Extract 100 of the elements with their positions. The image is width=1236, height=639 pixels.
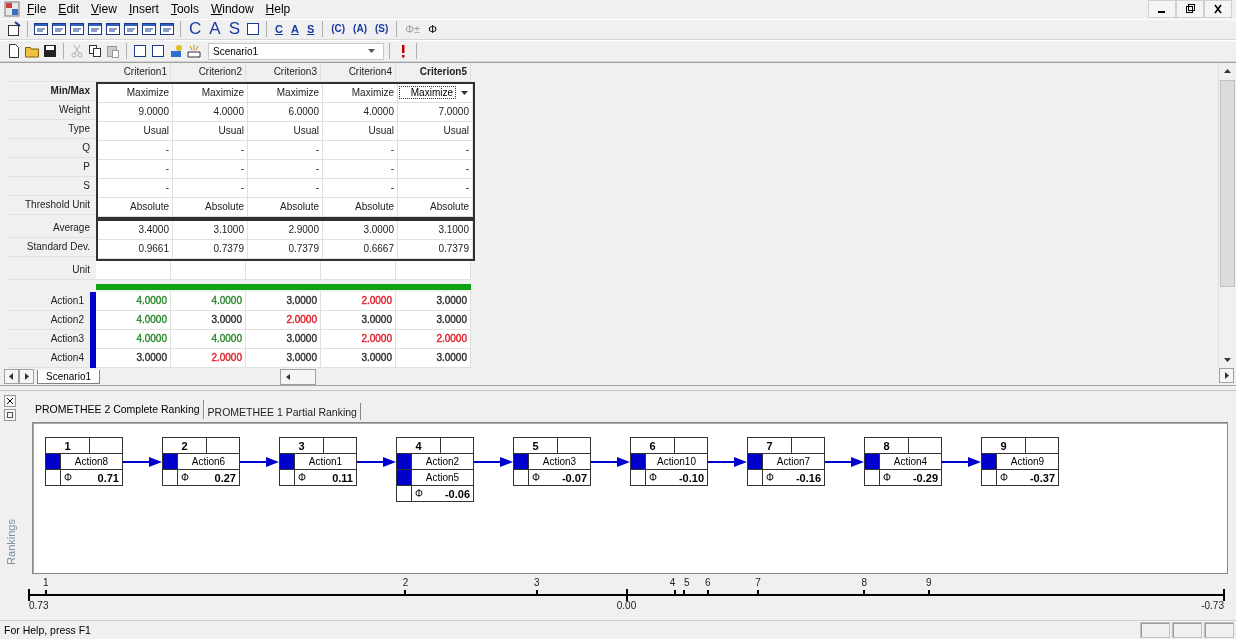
table-cell: 2.0000 [321, 291, 396, 311]
table-cell: 2.9000 [248, 220, 323, 240]
sheet-tab[interactable]: Scenario1 [37, 369, 101, 384]
scale-label: -0.73 [1201, 600, 1224, 612]
menu-item[interactable]: Window [205, 1, 259, 18]
table-cell: 3.0000 [396, 291, 471, 311]
table-cell: Maximize [173, 83, 248, 103]
menu-item[interactable]: View [86, 1, 122, 18]
letter-button[interactable]: S [225, 20, 243, 39]
restore-icon[interactable] [1176, 0, 1204, 19]
ranking-node: 2 Action6 Φ 0.27 [162, 437, 240, 487]
arrow [123, 457, 162, 468]
panel-icon[interactable] [141, 21, 157, 38]
ranking-node: 6 Action10 Φ -0.10 [630, 437, 708, 487]
rank-label: 8 [861, 577, 868, 589]
menu-item[interactable]: Edit [53, 1, 85, 18]
tab-prev-icon[interactable] [4, 369, 19, 385]
rank-label: 7 [755, 577, 761, 589]
menu-item[interactable]: Insert [123, 1, 164, 18]
criteria-icon[interactable] [132, 43, 148, 59]
scale-label: 0.00 [616, 600, 637, 612]
tray-icon[interactable] [186, 43, 202, 59]
ranking-tab[interactable]: PROMETHEE 1 Partial Ranking [203, 403, 361, 421]
table-cell: 4.0000 [96, 291, 171, 311]
scale-label: 0.73 [29, 600, 49, 612]
table-cell: Maximize [248, 83, 323, 103]
copy-icon[interactable] [87, 43, 103, 59]
arrow [474, 457, 513, 468]
scrollbar-thumb[interactable] [1220, 79, 1235, 287]
letter-button[interactable]: (C) [328, 20, 349, 39]
app-icon[interactable] [4, 1, 20, 18]
scenario-select[interactable]: Scenario1 [208, 42, 384, 60]
table-cell: 3.1000 [398, 220, 473, 240]
panel-icon[interactable] [87, 21, 103, 38]
rank-label: 6 [704, 577, 711, 589]
ranking-node: 5 Action3 Φ -0.07 [513, 437, 591, 487]
menu-item[interactable]: File [22, 1, 52, 18]
menu-item[interactable]: Tools [165, 1, 204, 18]
dropdown-cell[interactable]: Maximize [398, 83, 473, 103]
ranking-node: 7 Action7 Φ -0.16 [747, 437, 825, 487]
panel-icon[interactable] [123, 21, 139, 38]
letter-button[interactable]: C [186, 20, 205, 39]
table-cell: 3.0000 [323, 220, 398, 240]
column-header[interactable]: Criterion2 [171, 62, 246, 82]
dock-icon[interactable] [4, 409, 16, 422]
status-pane [1140, 622, 1170, 639]
column-header[interactable]: Criterion5 [396, 62, 471, 82]
status-text: For Help, press F1 [4, 624, 91, 637]
menu-item[interactable]: Help [260, 1, 296, 18]
table-cell: 3.1000 [173, 220, 248, 240]
ranking-node: 1 Action8 Φ 0.71 [45, 437, 123, 487]
column-header[interactable]: Criterion1 [96, 62, 171, 82]
panel-label: Rankings [4, 519, 17, 566]
letter-button[interactable]: S [303, 20, 318, 39]
letter-button[interactable]: A [287, 20, 302, 39]
close-icon[interactable] [4, 395, 16, 408]
letter-button[interactable]: C [271, 20, 286, 39]
ranking-node: 3 Action1 Φ 0.11 [279, 437, 357, 487]
panel-icon[interactable] [51, 21, 67, 38]
table-cell: 3.4000 [98, 220, 173, 240]
ranking-tab[interactable]: PROMETHEE 2 Complete Ranking [32, 400, 204, 420]
scroll-left-icon[interactable] [286, 373, 291, 380]
save-icon[interactable] [42, 43, 58, 59]
box-icon[interactable] [244, 21, 261, 38]
tab-next-icon[interactable] [19, 369, 34, 385]
arrow [942, 457, 981, 468]
panel-icon[interactable] [105, 21, 121, 38]
letter-button[interactable]: A [206, 20, 224, 39]
table-cell: 3.0000 [246, 291, 321, 311]
properties-icon[interactable] [6, 21, 22, 38]
rank-label: 9 [926, 577, 932, 589]
table-cell: Maximize [98, 83, 173, 103]
arrow [240, 457, 279, 468]
status-pane [1172, 622, 1202, 639]
rank-label: 4 [669, 577, 676, 589]
panel-icon[interactable] [33, 21, 49, 38]
status-pane [1204, 622, 1234, 639]
phi-button[interactable]: Φ [425, 20, 440, 39]
horizontal-scrollbar[interactable] [280, 368, 317, 385]
panel-icon[interactable] [69, 21, 85, 38]
table-cell: 4.0000 [171, 291, 246, 311]
arrow [708, 457, 747, 468]
table-cell: Maximize [323, 83, 398, 103]
rank-label: 5 [684, 577, 690, 589]
letter-button[interactable]: (S) [372, 20, 392, 39]
minimize-icon[interactable] [1148, 0, 1176, 19]
panel-icon[interactable] [159, 21, 175, 38]
actions-icon[interactable] [150, 43, 166, 59]
new-file-icon[interactable] [6, 43, 22, 59]
scroll-right-icon[interactable] [1219, 368, 1234, 384]
close-icon[interactable] [1204, 0, 1232, 19]
ranking-node: 8 Action4 Φ -0.29 [864, 437, 942, 487]
column-header[interactable]: Criterion4 [321, 62, 396, 82]
caret-icon [461, 90, 468, 95]
arrow [825, 457, 864, 468]
caret-icon [368, 49, 375, 53]
letter-button[interactable]: (A) [350, 20, 370, 39]
sparkle-icon[interactable] [168, 43, 184, 59]
column-header[interactable]: Criterion3 [246, 62, 321, 82]
rank-label: 1 [42, 577, 49, 589]
